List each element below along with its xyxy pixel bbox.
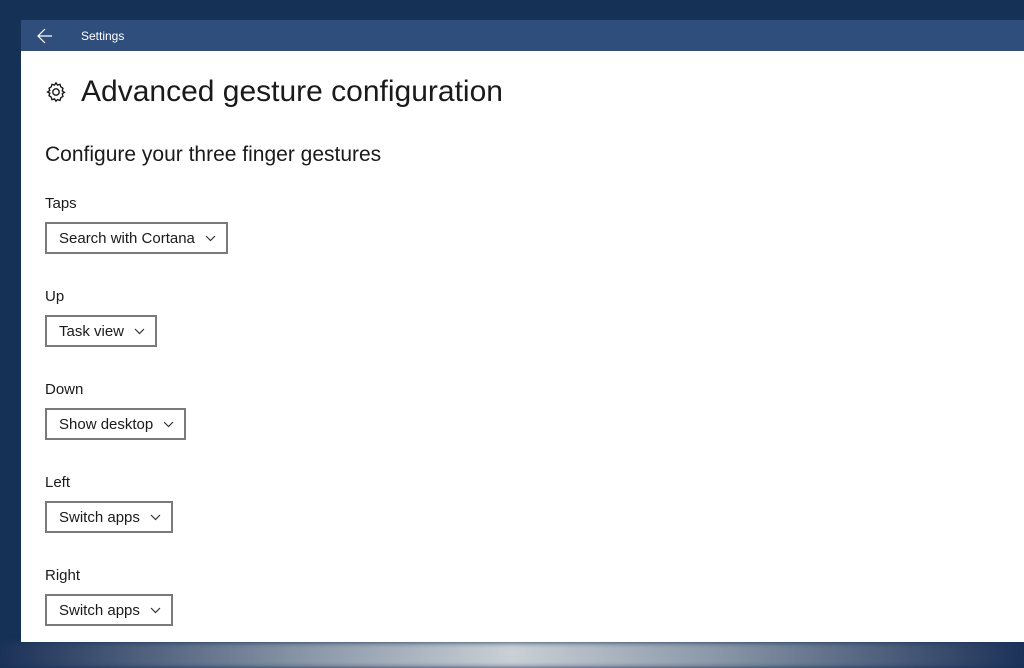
titlebar-title: Settings bbox=[81, 29, 124, 43]
back-arrow-icon bbox=[37, 28, 53, 44]
dropdown-value: Search with Cortana bbox=[59, 230, 195, 247]
page-title: Advanced gesture configuration bbox=[81, 75, 503, 109]
setting-taps: Taps Search with Cortana bbox=[45, 195, 1000, 254]
taskbar-blur bbox=[0, 642, 1024, 668]
setting-label-left: Left bbox=[45, 474, 1000, 491]
content-area: Advanced gesture configuration Configure… bbox=[21, 51, 1024, 642]
dropdown-value: Switch apps bbox=[59, 602, 140, 619]
chevron-down-icon bbox=[205, 235, 216, 242]
chevron-down-icon bbox=[150, 607, 161, 614]
setting-down: Down Show desktop bbox=[45, 381, 1000, 440]
setting-right: Right Switch apps bbox=[45, 567, 1000, 626]
gear-icon bbox=[45, 81, 67, 103]
dropdown-value: Task view bbox=[59, 323, 124, 340]
dropdown-left[interactable]: Switch apps bbox=[45, 501, 173, 533]
dropdown-up[interactable]: Task view bbox=[45, 315, 157, 347]
setting-label-taps: Taps bbox=[45, 195, 1000, 212]
setting-left: Left Switch apps bbox=[45, 474, 1000, 533]
titlebar: Settings bbox=[21, 20, 1024, 51]
back-button[interactable] bbox=[21, 20, 69, 51]
chevron-down-icon bbox=[163, 421, 174, 428]
page-header: Advanced gesture configuration bbox=[45, 75, 1000, 109]
settings-window: Settings Advanced gesture configuration … bbox=[21, 20, 1024, 642]
dropdown-value: Switch apps bbox=[59, 509, 140, 526]
setting-up: Up Task view bbox=[45, 288, 1000, 347]
dropdown-value: Show desktop bbox=[59, 416, 153, 433]
section-heading: Configure your three finger gestures bbox=[45, 143, 1000, 167]
chevron-down-icon bbox=[150, 514, 161, 521]
setting-label-up: Up bbox=[45, 288, 1000, 305]
setting-label-right: Right bbox=[45, 567, 1000, 584]
setting-label-down: Down bbox=[45, 381, 1000, 398]
dropdown-right[interactable]: Switch apps bbox=[45, 594, 173, 626]
dropdown-taps[interactable]: Search with Cortana bbox=[45, 222, 228, 254]
dropdown-down[interactable]: Show desktop bbox=[45, 408, 186, 440]
chevron-down-icon bbox=[134, 328, 145, 335]
